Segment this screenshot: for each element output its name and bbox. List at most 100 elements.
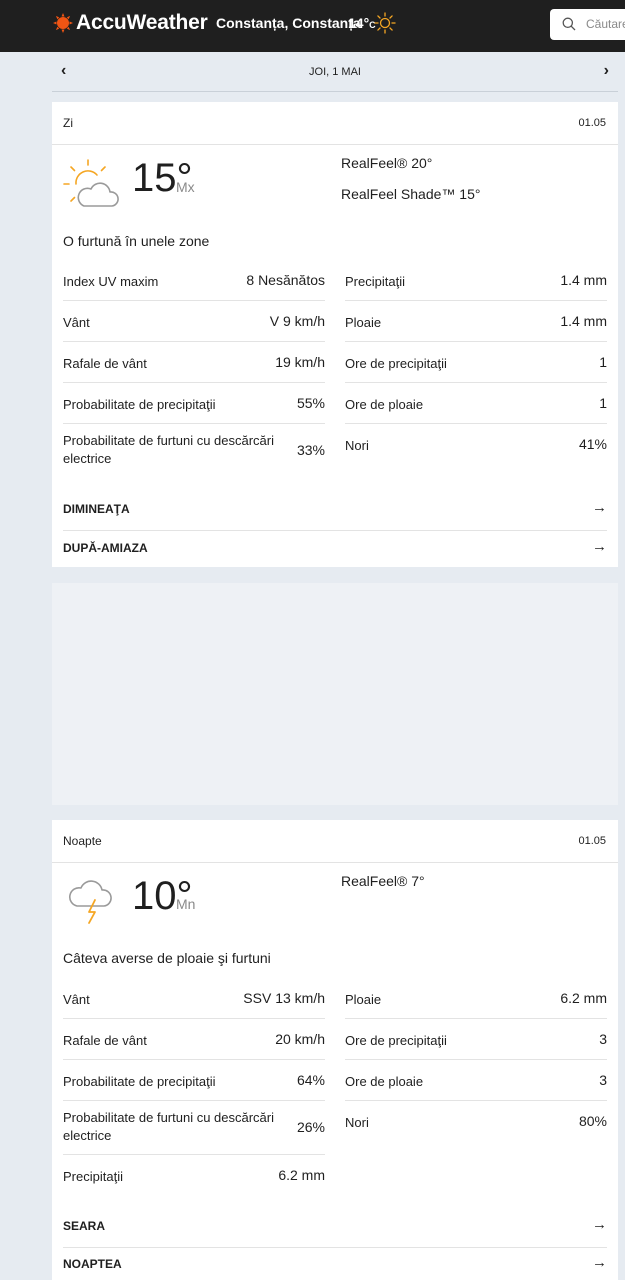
detail-row: Vânt V 9 km/h (63, 301, 325, 342)
detail-row: Ploaie 6.2 mm (345, 978, 607, 1019)
search-input[interactable]: Căutare (586, 17, 625, 31)
evening-link[interactable]: SEARA → (63, 1207, 607, 1245)
detail-value: 20 km/h (275, 1031, 325, 1047)
arrow-right-icon: → (592, 499, 607, 516)
weather-phrase: O furtună în unele zone (63, 233, 210, 249)
min-temp-label: Mn (176, 896, 196, 912)
detail-label: Precipitaţii (63, 1169, 123, 1184)
detail-row: Vânt SSV 13 km/h (63, 978, 325, 1019)
search-box[interactable]: Căutare (550, 9, 625, 40)
detail-row: Ore de ploaie 1 (345, 383, 607, 424)
detail-value: 1 (599, 395, 607, 411)
detail-label: Precipitaţii (345, 274, 405, 289)
ad-placeholder (52, 583, 618, 805)
detail-row: Probabilitate de furtuni cu descărcări e… (63, 1101, 325, 1155)
detail-label: Ore de ploaie (345, 1074, 424, 1089)
detail-label: Vânt (63, 315, 90, 330)
detail-value: 3 (599, 1031, 607, 1047)
realfeel-shade[interactable]: RealFeel Shade™ 15° (341, 186, 480, 202)
arrow-right-icon: → (592, 1254, 607, 1271)
card-date: 01.05 (578, 117, 606, 129)
detail-row: Ore de ploaie 3 (345, 1060, 607, 1101)
detail-value: 64% (296, 1072, 325, 1088)
detail-row: Probabilitate de precipitaţii 55% (63, 383, 325, 424)
link-label: NOAPTEA (63, 1257, 122, 1271)
detail-value: 26% (296, 1119, 325, 1135)
overnight-link[interactable]: NOAPTEA → (63, 1245, 607, 1280)
link-label: DUPĂ-AMIAZA (63, 541, 148, 555)
detail-row: Precipitaţii 6.2 mm (63, 1155, 325, 1196)
top-bar: AccuWeather Constanța, Constanța 14°C Că… (0, 0, 625, 52)
night-forecast-card: Noapte 01.05 10° Mn RealFeel® 7° Câteva … (52, 820, 618, 1280)
card-title: Noapte (63, 834, 102, 848)
detail-value: 1 (599, 354, 607, 370)
detail-row: Index UV maxim 8 Nesănătos (63, 260, 325, 301)
detail-label: Probabilitate de furtuni cu descărcări e… (63, 1110, 275, 1143)
search-icon (562, 17, 576, 31)
detail-label: Ploaie (345, 315, 382, 330)
card-header: Zi 01.05 (52, 102, 618, 145)
detail-row: Ore de precipitaţii 3 (345, 1019, 607, 1060)
link-label: SEARA (63, 1219, 106, 1233)
detail-row: Rafale de vânt 20 km/h (63, 1019, 325, 1060)
realfeel[interactable]: RealFeel® 7° (341, 873, 425, 889)
detail-row: Rafale de vânt 19 km/h (63, 342, 325, 383)
day-details-right: Precipitaţii 1.4 mm Ploaie 1.4 mm Ore de p… (345, 260, 607, 465)
detail-value: V 9 km/h (269, 313, 325, 329)
detail-value: 55% (296, 395, 325, 411)
detail-value: 6.2 mm (560, 990, 607, 1006)
detail-value: 80% (578, 1113, 607, 1129)
detail-row: Ploaie 1.4 mm (345, 301, 607, 342)
thunderstorm-icon (68, 880, 112, 924)
detail-row: Probabilitate de precipitaţii 64% (63, 1060, 325, 1101)
partly-sunny-icon (63, 159, 119, 207)
arrow-right-icon: → (592, 538, 607, 555)
afternoon-link[interactable]: DUPĂ-AMIAZA → (63, 529, 607, 567)
detail-label: Index UV maxim (63, 274, 159, 289)
detail-value: 1.4 mm (560, 272, 607, 288)
detail-row: Precipitaţii 1.4 mm (345, 260, 607, 301)
weather-phrase: Câteva averse de ploaie şi furtuni (63, 950, 271, 966)
day-forecast-card: Zi 01.05 15° Mx RealFeel® 20° RealFeel S… (52, 102, 618, 567)
detail-label: Ore de ploaie (345, 397, 424, 412)
detail-value: 3 (599, 1072, 607, 1088)
detail-label: Ore de precipitaţii (345, 356, 447, 371)
card-header: Noapte 01.05 (52, 820, 618, 863)
arrow-right-icon: → (592, 1216, 607, 1233)
detail-value: 33% (296, 442, 325, 458)
detail-row: Probabilitate de furtuni cu descărcări e… (63, 424, 325, 478)
detail-label: Ore de precipitaţii (345, 1033, 447, 1048)
detail-label: Rafale de vânt (63, 356, 147, 371)
current-temp[interactable]: 14°C (348, 15, 376, 31)
sun-logo-icon[interactable] (53, 13, 73, 33)
morning-link[interactable]: DIMINEAŢA → (63, 490, 607, 528)
day-details-left: Index UV maxim 8 Nesănătos Vânt V 9 km/h R… (63, 260, 325, 478)
detail-value: 6.2 mm (278, 1167, 325, 1183)
detail-value: 1.4 mm (560, 313, 607, 329)
realfeel[interactable]: RealFeel® 20° (341, 155, 432, 171)
detail-label: Vânt (63, 992, 90, 1007)
current-temp-value: 14° (348, 15, 370, 31)
detail-label: Probabilitate de precipitaţii (63, 1074, 216, 1089)
detail-label: Nori (345, 438, 369, 453)
detail-label: Probabilitate de furtuni cu descărcări e… (63, 433, 275, 466)
current-location[interactable]: Constanța, Constanța (216, 15, 361, 31)
date-navigation: ‹ JOI, 1 MAI › (52, 52, 618, 92)
detail-row: Nori 80% (345, 1101, 607, 1142)
next-day-button[interactable]: › (604, 62, 609, 80)
detail-label: Rafale de vânt (63, 1033, 147, 1048)
detail-value: 19 km/h (275, 354, 325, 370)
night-details-right: Ploaie 6.2 mm Ore de precipitaţii 3 Ore de… (345, 978, 607, 1142)
detail-label: Ploaie (345, 992, 382, 1007)
sun-icon (374, 12, 396, 34)
max-temp-label: Mx (176, 179, 195, 195)
detail-value: 41% (578, 436, 607, 452)
brand-logo[interactable]: AccuWeather (76, 11, 208, 35)
detail-label: Probabilitate de precipitaţii (63, 397, 216, 412)
current-date: JOI, 1 MAI (309, 66, 361, 78)
detail-value: 8 Nesănătos (246, 272, 325, 288)
link-label: DIMINEAŢA (63, 502, 130, 516)
detail-row: Nori 41% (345, 424, 607, 465)
night-details-left: Vânt SSV 13 km/h Rafale de vânt 20 km/h Pr… (63, 978, 325, 1196)
card-title: Zi (63, 116, 73, 130)
